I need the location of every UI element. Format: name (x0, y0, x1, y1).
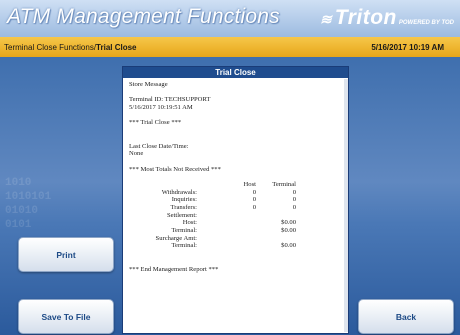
row-label: Transfers: (170, 204, 198, 211)
row-terminal-value: $0.00 (281, 242, 296, 250)
table-row: Withdrawals: 0 0 (129, 189, 342, 197)
row-terminal-value: 0 (292, 196, 296, 204)
column-header-host: Host (243, 180, 256, 188)
table-row: Terminal: $0.00 (129, 242, 342, 250)
table-row: Transfers: 0 0 (129, 204, 342, 212)
brand-powered-by: POWERED BY TOD (398, 20, 454, 26)
status-bar: Terminal Close Functions/Trial Close 5/1… (0, 37, 460, 57)
row-label: Surcharge Amt: (155, 234, 197, 242)
bg-digit-line: 1010101 (5, 191, 52, 203)
background-binary-decoration: 1010 1010101 01010 0101 (5, 176, 51, 232)
bg-digit-line: 01010 (5, 205, 39, 217)
row-host-value: 0 (252, 204, 256, 211)
totals-header-row: Host Terminal (129, 181, 342, 189)
row-label: Host: (182, 219, 197, 227)
save-to-file-button[interactable]: Save To File (18, 299, 114, 334)
row-label: Inquiries: (171, 196, 197, 204)
table-row: Host: $0.00 (129, 219, 342, 227)
table-row: Settlement: (129, 212, 342, 220)
bg-digit-line: 1010 (5, 177, 32, 189)
brand-logo: ≋ Triton POWERED BY TOD (320, 6, 454, 30)
breadcrumb-parent: Terminal Close Functions/ (4, 43, 97, 52)
row-label: Terminal: (171, 227, 197, 235)
report-title: Trial Close (123, 67, 348, 78)
end-report-banner: *** End Management Report *** (129, 265, 219, 273)
datetime: 5/16/2017 10:19 AM (371, 43, 444, 52)
last-close-value: None (129, 150, 144, 158)
store-message: Store Message (129, 81, 168, 88)
row-host-value: 0 (252, 196, 256, 204)
row-terminal-value: 0 (292, 188, 296, 196)
trial-close-banner: *** Trial Close *** (129, 119, 182, 127)
breadcrumb-current: Trial Close (96, 43, 137, 52)
row-host-value: 0 (252, 188, 256, 196)
table-row: Inquiries: 0 0 (129, 196, 342, 204)
row-label: Terminal: (171, 242, 197, 250)
terminal-id: Terminal ID: TECHSUPPORT (129, 96, 211, 104)
report-scrollbar[interactable] (344, 79, 348, 332)
bg-digit-line: 0101 (5, 219, 32, 231)
triton-swoosh-icon: ≋ (320, 11, 332, 27)
last-close-label: Last Close Date/Time: (129, 142, 189, 150)
brand-name: Triton (334, 6, 397, 29)
table-row: Surcharge Amt: (129, 235, 342, 243)
breadcrumb: Terminal Close Functions/Trial Close (4, 43, 137, 52)
column-header-terminal: Terminal (272, 180, 296, 188)
row-label: Withdrawals: (161, 188, 197, 196)
report-panel[interactable]: Trial Close Store Message Terminal ID: T… (122, 66, 349, 334)
report-timestamp: 5/16/2017 10:19:51 AM (129, 104, 193, 112)
report-body: Store Message Terminal ID: TECHSUPPORT 5… (123, 78, 348, 276)
table-row: Terminal: $0.00 (129, 227, 342, 235)
print-button[interactable]: Print (18, 237, 114, 272)
row-label: Settlement: (166, 211, 197, 219)
back-button[interactable]: Back (358, 299, 454, 334)
most-totals-banner: *** Most Totals Not Received *** (129, 165, 221, 173)
row-terminal-value: 0 (292, 204, 296, 211)
row-terminal-value: $0.00 (281, 227, 296, 235)
app-title: ATM Management Functions (7, 5, 280, 28)
app-header: ATM Management Functions ≋ Triton POWERE… (0, 0, 460, 37)
row-terminal-value: $0.00 (281, 219, 296, 227)
